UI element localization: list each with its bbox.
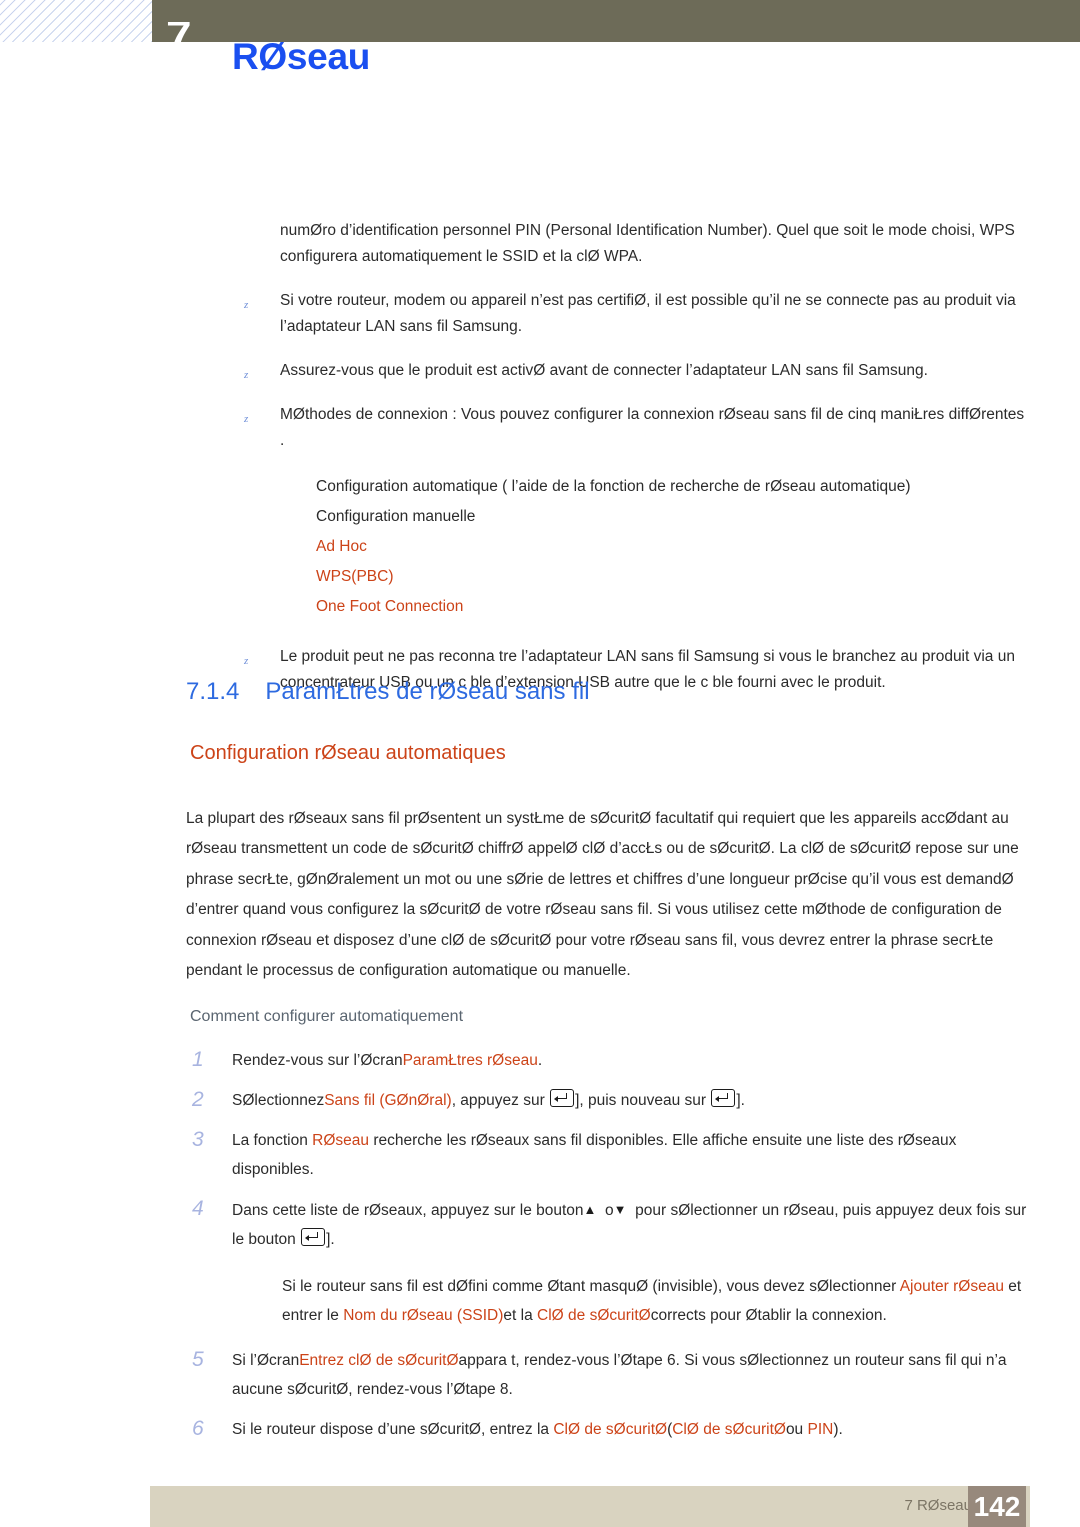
note-bullet-text: MØthodes de connexion : Vous pouvez conf…	[280, 406, 1025, 449]
note-highlight-cle-securite: ClØ de sØcuritØ	[537, 1307, 651, 1324]
note-bullet-item: z Assurez-vous que le produit est activØ…	[186, 358, 1026, 384]
step-highlight-term: Sans fil (GØnØral)	[324, 1092, 452, 1109]
step-number: 1	[192, 1048, 204, 1071]
note-bullet-item: z MØthodes de connexion : Vous pouvez co…	[186, 402, 1026, 454]
section-title: ParamŁtres de rØseau sans fil	[265, 678, 590, 705]
step-item-4: 4 Dans cette liste de rØseaux, appuyez s…	[186, 1195, 1036, 1254]
enter-key-icon	[711, 1089, 736, 1107]
step-text-tail: .	[537, 1052, 543, 1069]
decorative-hatch-pattern	[0, 0, 152, 42]
howto-heading: Comment configurer automatiquement	[190, 1008, 464, 1025]
step-number: 2	[192, 1088, 204, 1111]
step-text: Dans cette liste de rØseaux, appuyez sur…	[232, 1202, 584, 1219]
arrow-down-icon: ▼	[613, 1202, 627, 1217]
step-text-tail: ].	[326, 1231, 335, 1248]
step-text-mid2: ], puis nouveau sur	[575, 1092, 707, 1109]
arrow-up-icon: ▲	[583, 1202, 597, 1217]
enter-key-icon	[301, 1228, 326, 1246]
step-highlight-term: ParamŁtres rØseau	[402, 1052, 538, 1069]
note-text: corrects pour Øtablir la connexion.	[650, 1307, 887, 1324]
step-number: 5	[192, 1348, 204, 1371]
step-highlight-cle-securite-2: ClØ de sØcuritØ	[672, 1421, 786, 1438]
footer-page-number: 142	[973, 1491, 1021, 1522]
step-highlight-term: Entrez clØ de sØcuritØ	[299, 1352, 459, 1369]
step-text-mid: o	[605, 1202, 614, 1219]
bullet-z-icon: z	[244, 369, 249, 381]
method-item: Configuration manuelle	[316, 508, 476, 525]
bullet-z-icon: z	[244, 655, 249, 667]
step-4-note: Si le routeur sans fil est dØfini comme …	[282, 1272, 1036, 1330]
step-highlight-term: RØseau	[312, 1132, 370, 1149]
step-text: Si l’Øcran	[232, 1352, 300, 1369]
step-item-1: 1 Rendez-vous sur l’ØcranParamŁtres rØse…	[186, 1046, 1036, 1075]
step-text: Si le routeur dispose d’une sØcuritØ, en…	[232, 1421, 550, 1438]
note-lead-paragraph: numØro d’identification personnel PIN (P…	[280, 222, 1015, 265]
numbered-steps-list: 1 Rendez-vous sur l’ØcranParamŁtres rØse…	[186, 1046, 1036, 1455]
step-text-mid: , appuyez sur	[451, 1092, 545, 1109]
step-text: La fonction	[232, 1132, 308, 1149]
step-item-5: 5 Si l’ØcranEntrez clØ de sØcuritØappara…	[186, 1346, 1036, 1404]
step-item-3: 3 La fonction RØseau recherche les rØsea…	[186, 1126, 1036, 1184]
note-bullet-text: Si votre routeur, modem ou appareil n’es…	[280, 292, 1016, 335]
section-paragraph: La plupart des rØseaux sans fil prØsente…	[186, 809, 1019, 980]
step-number: 6	[192, 1417, 204, 1440]
step-number: 3	[192, 1128, 204, 1151]
step-text-mid2: ou	[785, 1421, 804, 1438]
footer-page-number-box: 142	[968, 1486, 1026, 1527]
step-highlight-pin: PIN	[807, 1421, 834, 1438]
note-text: Si le routeur sans fil est dØfini comme …	[282, 1278, 897, 1295]
method-item: Configuration automatique ( l’aide de la…	[316, 478, 911, 495]
method-item-wps-pbc: WPS(PBC)	[316, 568, 394, 585]
section-number: 7.1.4	[186, 678, 240, 705]
footer-bar	[150, 1486, 1030, 1527]
bullet-z-icon: z	[244, 299, 249, 311]
step-text: SØlectionnez	[232, 1092, 325, 1109]
footer-chapter-label: 7 RØseau	[904, 1497, 972, 1514]
method-item-one-foot-connection: One Foot Connection	[316, 598, 464, 615]
note-bullet-text: Assurez-vous que le produit est activØ a…	[280, 362, 928, 379]
step-text: Rendez-vous sur l’Øcran	[232, 1052, 403, 1069]
note-bullet-item: z Si votre routeur, modem ou appareil n’…	[186, 288, 1026, 340]
connection-methods-list: Configuration automatique ( l’aide de la…	[316, 472, 1026, 622]
step-text-tail: ).	[833, 1421, 843, 1438]
page-title: RØseau	[232, 36, 371, 77]
step-highlight-cle-securite: ClØ de sØcuritØ	[553, 1421, 668, 1438]
note-highlight-ajouter-reseau: Ajouter rØseau	[899, 1278, 1004, 1295]
step-item-2: 2 SØlectionnezSans fil (GØnØral), appuye…	[186, 1086, 1036, 1115]
note-highlight-ssid: Nom du rØseau (SSID)	[343, 1307, 504, 1324]
section-subtitle: Configuration rØseau automatiques	[190, 742, 506, 764]
notes-block: numØro d’identification personnel PIN (P…	[186, 218, 1026, 714]
step-text-tail: ].	[736, 1092, 745, 1109]
step-item-6: 6 Si le routeur dispose d’une sØcuritØ, …	[186, 1415, 1036, 1444]
enter-key-icon	[550, 1089, 575, 1107]
step-number: 4	[192, 1197, 204, 1220]
section-heading: 7.1.4 ParamŁtres de rØseau sans fil	[186, 678, 590, 706]
method-item-ad-hoc: Ad Hoc	[316, 538, 367, 555]
bullet-z-icon: z	[244, 413, 249, 425]
note-text: et la	[503, 1307, 533, 1324]
